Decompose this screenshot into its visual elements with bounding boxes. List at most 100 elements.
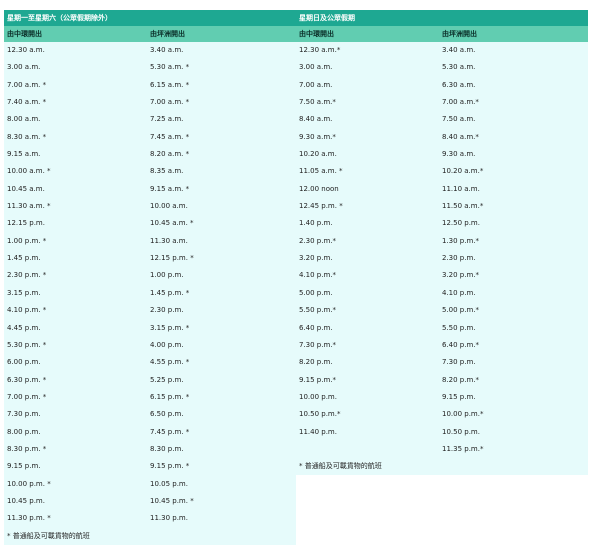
table-row: 10.45 a.m. 9.15 a.m. * (4, 180, 296, 199)
table-row: 11.30 a.m. * 10.00 a.m. (4, 198, 296, 216)
departure-from-central: 10.45 p.m. (7, 496, 45, 505)
departure-from-central: 11.30 p.m. * (7, 514, 51, 523)
departure-from-central: 8.30 p.m. * (7, 444, 47, 453)
table-row: 5.30 p.m. * 4.00 p.m. (4, 336, 296, 355)
departure-from-island: 3.40 a.m. (442, 46, 476, 54)
departure-from-island: 10.45 p.m. * (150, 496, 194, 505)
table-row: 7.00 a.m. 6.30 a.m. (296, 76, 588, 95)
departure-from-central: 9.15 a.m. (7, 150, 41, 159)
departure-from-island: 8.35 a.m. (150, 167, 184, 176)
departure-from-central: 11.30 a.m. * (7, 202, 51, 211)
departure-from-central: 1.40 p.m. (299, 219, 333, 228)
departure-from-island: 7.45 a.m. * (150, 132, 190, 141)
departure-from-island: 10.50 p.m. (442, 427, 480, 436)
table-row: 7.30 p.m. 6.50 p.m. (4, 406, 296, 424)
departure-from-island: 8.20 p.m.* (442, 375, 480, 384)
departure-from-central: 7.30 p.m. (7, 410, 41, 419)
table-row: 10.00 a.m. * 8.35 a.m. (4, 163, 296, 181)
table-row: 3.00 a.m. 5.30 a.m. (296, 59, 588, 77)
departure-from-island: 5.30 a.m. * (150, 63, 190, 72)
departure-from-island: 6.15 p.m. * (150, 392, 190, 401)
departure-from-island: 5.00 p.m.* (442, 306, 480, 315)
table-row: 2.30 p.m. * 1.00 p.m. (4, 267, 296, 285)
departure-from-central: 3.15 p.m. (7, 288, 41, 297)
departure-from-central: 5.00 p.m. (299, 288, 333, 297)
departure-from-island: 3.20 p.m.* (442, 271, 480, 280)
departure-from-island: 4.55 p.m. * (150, 358, 190, 367)
table-row: 11.40 p.m. 10.50 p.m. (296, 423, 588, 441)
departure-from-island: 11.50 a.m.* (442, 202, 484, 211)
departure-from-island: 10.00 a.m. (150, 202, 188, 211)
departure-from-island: 5.50 p.m. (442, 323, 476, 332)
departure-from-island: 5.25 p.m. (150, 375, 184, 384)
col-header-from-island: 由坪洲開出 (442, 30, 477, 38)
departure-from-island: 9.30 a.m. (442, 150, 476, 159)
departure-from-island: 9.15 p.m. * (150, 462, 190, 471)
departure-from-island: 8.30 p.m. (150, 444, 184, 453)
table-row: 11.30 p.m. * 11.30 p.m. (4, 510, 296, 528)
table-row: 5.00 p.m. 4.10 p.m. (296, 284, 588, 303)
weekday-footnote: * 普通船及可載貨物的航班 (4, 527, 296, 545)
holiday-title: 星期日及公眾假期 (296, 10, 588, 26)
weekday-title: 星期一至星期六（公眾假期除外） (4, 10, 296, 26)
departure-from-island: 4.10 p.m. (442, 288, 476, 297)
table-row: 8.00 p.m. 7.45 p.m. * (4, 423, 296, 441)
departure-from-island: 1.30 p.m.* (442, 236, 480, 245)
departure-from-central: 7.00 a.m. * (7, 80, 47, 89)
table-row: 1.40 p.m. 12.50 p.m. (296, 215, 588, 233)
departure-from-island: 10.45 a.m. * (150, 219, 194, 228)
departure-from-central: 9.15 p.m. (7, 462, 41, 471)
departure-from-central: 10.20 a.m. (299, 150, 337, 159)
departure-from-island: 4.00 p.m. (150, 340, 184, 349)
table-row: 7.30 p.m.* 6.40 p.m.* (296, 336, 588, 355)
departure-from-central: 2.30 p.m. * (7, 271, 47, 280)
col-header-from-central: 由中環開出 (299, 30, 334, 38)
table-row: 9.30 a.m.* 8.40 a.m.* (296, 128, 588, 147)
departure-from-central: 6.00 p.m. (7, 358, 41, 367)
departure-from-central: 9.30 a.m.* (299, 132, 336, 141)
departure-from-central: 2.30 p.m.* (299, 236, 337, 245)
table-row: 11.35 p.m.* (296, 440, 588, 459)
departure-from-central: 12.00 noon (299, 184, 339, 193)
departure-from-island: 7.45 p.m. * (150, 427, 190, 436)
table-row: 6.00 p.m. 4.55 p.m. * (4, 354, 296, 372)
table-row: 12.00 noon 11.10 a.m. (296, 180, 588, 199)
departure-from-island: 7.25 a.m. (150, 115, 184, 124)
table-row: 9.15 p.m.* 8.20 p.m.* (296, 371, 588, 389)
departure-from-island: 7.30 p.m. (442, 358, 476, 367)
departure-from-central: 12.30 a.m.* (299, 46, 341, 54)
table-row: 10.45 p.m. 10.45 p.m. * (4, 492, 296, 511)
departure-from-island: 10.00 p.m.* (442, 410, 484, 419)
table-row: 3.15 p.m. 1.45 p.m. * (4, 284, 296, 303)
departure-from-island: 2.30 p.m. (150, 306, 184, 315)
table-row: 3.00 a.m. 5.30 a.m. * (4, 59, 296, 77)
table-row: 5.50 p.m.* 5.00 p.m.* (296, 302, 588, 320)
table-row: 1.00 p.m. * 11.30 a.m. (4, 232, 296, 251)
departure-from-central: 1.00 p.m. * (7, 236, 47, 245)
table-row: 9.15 a.m. 8.20 a.m. * (4, 146, 296, 164)
holiday-footnote: * 普通船及可載貨物的航班 (296, 458, 588, 476)
table-row: 8.30 p.m. * 8.30 p.m. (4, 440, 296, 459)
departure-from-central: 11.40 p.m. (299, 427, 337, 436)
departure-from-central: 6.30 p.m. * (7, 375, 47, 384)
col-header-from-central: 由中環開出 (7, 30, 42, 38)
departure-from-central: 7.50 a.m.* (299, 98, 336, 107)
departure-from-island: 12.15 p.m. * (150, 254, 194, 263)
departure-from-central: 9.15 p.m.* (299, 375, 337, 384)
departure-from-island: 3.15 p.m. * (150, 323, 190, 332)
departure-from-island: 8.40 a.m.* (442, 132, 479, 141)
departure-from-island: 6.15 a.m. * (150, 80, 190, 89)
departure-from-island: 7.50 a.m. (442, 115, 476, 124)
table-row: 10.50 p.m.* 10.00 p.m.* (296, 406, 588, 424)
holiday-column-headers: 由中環開出 由坪洲開出 (296, 26, 588, 42)
departure-from-island: 6.50 p.m. (150, 410, 184, 419)
table-row: 12.30 a.m.* 3.40 a.m. (296, 42, 588, 60)
departure-from-central: 10.50 p.m.* (299, 410, 341, 419)
departure-from-central: 8.20 p.m. (299, 358, 333, 367)
table-row: 7.40 a.m. * 7.00 a.m. * (4, 94, 296, 112)
departure-from-central: 10.00 p.m. * (7, 479, 51, 488)
departure-from-central: 4.45 p.m. (7, 323, 41, 332)
table-row: 6.30 p.m. * 5.25 p.m. (4, 371, 296, 389)
departure-from-island: 8.20 a.m. * (150, 150, 190, 159)
table-row: 11.05 a.m. * 10.20 a.m.* (296, 163, 588, 181)
